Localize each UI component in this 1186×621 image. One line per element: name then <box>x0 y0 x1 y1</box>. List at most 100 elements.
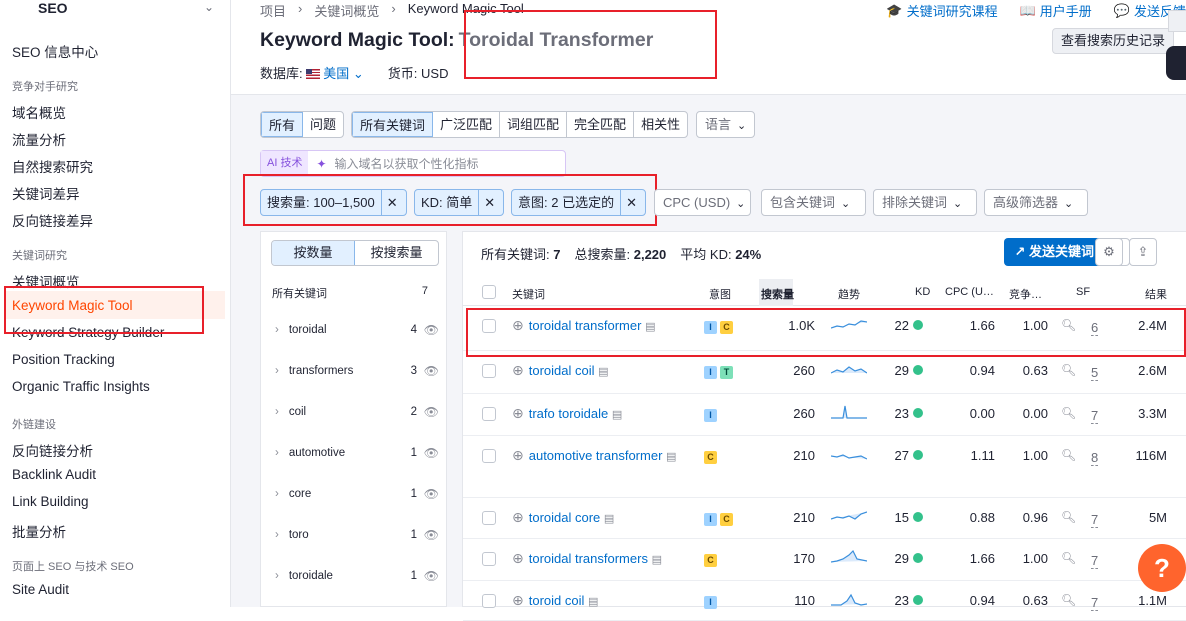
keyword-link[interactable]: trafo toroidale <box>529 406 609 421</box>
tab-related[interactable]: 相关性 <box>634 112 687 137</box>
col-sf[interactable]: SF <box>1076 286 1090 298</box>
sidebar-header[interactable]: SEO ⌄ <box>12 0 220 18</box>
sf-count[interactable]: 7 <box>1091 595 1099 611</box>
close-icon[interactable]: ✕ <box>478 190 500 215</box>
add-circle-icon[interactable]: ⊕ <box>512 549 524 570</box>
add-circle-icon[interactable]: ⊕ <box>512 508 524 529</box>
col-intent[interactable]: 意图 <box>709 286 731 302</box>
serp-icon[interactable]: 🔍︎ <box>1061 318 1076 332</box>
page-icon[interactable]: ▤ <box>645 321 655 333</box>
keyword-link[interactable]: toroidal core <box>529 510 601 525</box>
add-circle-icon[interactable]: ⊕ <box>512 591 524 612</box>
keyword-link[interactable]: toroidal coil <box>529 363 595 378</box>
eye-icon[interactable]: 👁 <box>424 361 439 381</box>
sf-count[interactable]: 8 <box>1091 450 1099 466</box>
serp-icon[interactable]: 🔍︎ <box>1061 510 1076 524</box>
group-row[interactable]: › toro 1 👁 <box>275 525 441 545</box>
serp-icon[interactable]: 🔍︎ <box>1061 448 1076 462</box>
keyword-link[interactable]: toroidal transformers <box>529 551 648 566</box>
tab-questions[interactable]: 问题 <box>303 112 343 137</box>
group-row[interactable]: › toroidale 1 👁 <box>275 566 441 586</box>
page-icon[interactable]: ▤ <box>598 366 608 378</box>
close-icon[interactable]: ✕ <box>380 190 403 215</box>
table-row[interactable]: ⊕ toroidal coil ▤ I T 260 29 0.94 0.63 🔍︎ 5 2.6M <box>463 351 1186 394</box>
help-button[interactable]: ? <box>1138 544 1186 592</box>
row-checkbox[interactable] <box>482 407 496 421</box>
sidebar-item-backlink-analytics[interactable]: 反向链接分析 <box>12 440 93 460</box>
sidebar-item-seo-dashboard[interactable]: SEO 信息中心 <box>12 41 98 61</box>
col-trend[interactable]: 趋势 <box>838 286 860 302</box>
table-row[interactable]: ⊕ toroidal transformer ▤ I C 1.0K 22 1.66 1.00 🔍… <box>463 306 1186 351</box>
sf-count[interactable]: 5 <box>1091 365 1099 381</box>
row-checkbox[interactable] <box>482 319 496 333</box>
ai-domain-input[interactable]: AI 技术 ✦ 输入域名以获取个性化指标 <box>260 150 566 177</box>
serp-icon[interactable]: 🔍︎ <box>1061 593 1076 607</box>
sf-count[interactable]: 7 <box>1091 408 1099 424</box>
sf-count[interactable]: 6 <box>1091 320 1099 336</box>
col-keyword[interactable]: 关键词 <box>512 286 545 302</box>
manual-link[interactable]: 📖 用户手册 <box>1020 1 1092 20</box>
export-button[interactable]: ⇪ <box>1129 238 1157 266</box>
row-checkbox[interactable] <box>482 594 496 608</box>
page-icon[interactable]: ▤ <box>652 554 662 566</box>
intent-filter-chip[interactable]: 意图: 2 已选定的 ✕ <box>511 189 646 216</box>
page-icon[interactable]: ▤ <box>666 451 676 463</box>
volume-filter-chip[interactable]: 搜索量: 100–1,500 ✕ <box>260 189 407 216</box>
cpc-dropdown[interactable]: CPC (USD) ⌄ <box>654 189 751 216</box>
eye-icon[interactable]: 👁 <box>424 484 439 504</box>
sidebar-item-link-building[interactable]: Link Building <box>12 494 89 509</box>
row-checkbox[interactable] <box>482 449 496 463</box>
select-all-checkbox[interactable] <box>482 285 496 299</box>
add-circle-icon[interactable]: ⊕ <box>512 316 524 337</box>
settings-button[interactable]: ⚙ <box>1095 238 1123 266</box>
sidebar-item-traffic[interactable]: 流量分析 <box>12 129 66 149</box>
breadcrumb-projects[interactable]: 项目 <box>260 1 286 20</box>
eye-icon[interactable]: 👁 <box>424 402 439 422</box>
serp-icon[interactable]: 🔍︎ <box>1061 406 1076 420</box>
exclude-keywords-dropdown[interactable]: 排除关键词 ⌄ <box>873 189 977 216</box>
table-row[interactable]: ⊕ automotive transformer ▤ C 210 27 1.11 1.00 🔍… <box>463 436 1186 498</box>
keyword-link[interactable]: automotive transformer <box>529 448 663 463</box>
tab-all-keywords[interactable]: 所有关键词 <box>352 112 434 137</box>
keyword-link[interactable]: toroid coil <box>529 593 585 608</box>
tab-all[interactable]: 所有 <box>261 112 304 137</box>
col-competition[interactable]: 竞争… <box>1009 286 1042 302</box>
keyword-link[interactable]: toroidal transformer <box>529 318 642 333</box>
col-kd[interactable]: KD <box>915 286 930 298</box>
side-widget-button[interactable] <box>1166 46 1186 80</box>
group-row[interactable]: › automotive 1 👁 <box>275 443 441 463</box>
col-volume[interactable]: 搜索量 <box>761 286 794 302</box>
page-icon[interactable]: ▤ <box>612 409 622 421</box>
kd-filter-chip[interactable]: KD: 简单 ✕ <box>414 189 504 216</box>
search-history-button[interactable]: 查看搜索历史记录 <box>1051 28 1174 54</box>
sidebar-item-domain-overview[interactable]: 域名概览 <box>12 102 66 122</box>
group-row[interactable]: › coil 2 👁 <box>275 402 441 422</box>
row-checkbox[interactable] <box>482 552 496 566</box>
table-row[interactable]: ⊕ toroidal core ▤ I C 210 15 0.88 0.96 🔍︎ 7 5M <box>463 498 1186 539</box>
advanced-filters-dropdown[interactable]: 高级筛选器 ⌄ <box>984 189 1088 216</box>
row-checkbox[interactable] <box>482 364 496 378</box>
tab-broad-match[interactable]: 广泛匹配 <box>433 112 501 137</box>
tab-by-volume[interactable]: 按搜索量 <box>355 241 438 265</box>
sidebar-item-backlink-audit[interactable]: Backlink Audit <box>12 467 96 482</box>
sidebar-item-site-audit[interactable]: Site Audit <box>12 582 69 597</box>
eye-icon[interactable]: 👁 <box>424 443 439 463</box>
database-select[interactable]: 美国 ⌄ <box>306 66 364 81</box>
group-row[interactable]: › transformers 3 👁 <box>275 361 441 381</box>
sidebar-item-backlink-gap[interactable]: 反向链接差异 <box>12 210 93 230</box>
sf-count[interactable]: 7 <box>1091 553 1099 569</box>
eye-icon[interactable]: 👁 <box>424 320 439 340</box>
extension-icon[interactable] <box>1168 10 1186 32</box>
page-icon[interactable]: ▤ <box>604 513 614 525</box>
sidebar-item-keyword-magic-tool[interactable]: Keyword Magic Tool <box>12 298 133 313</box>
language-dropdown[interactable]: 语言 ⌄ <box>696 111 756 138</box>
sf-count[interactable]: 7 <box>1091 512 1099 528</box>
sidebar-item-keyword-gap[interactable]: 关键词差异 <box>12 183 80 203</box>
eye-icon[interactable]: 👁 <box>424 566 439 586</box>
group-row[interactable]: › toroidal 4 👁 <box>275 320 441 340</box>
serp-icon[interactable]: 🔍︎ <box>1061 551 1076 565</box>
add-circle-icon[interactable]: ⊕ <box>512 404 524 425</box>
sidebar-item-keyword-overview[interactable]: 关键词概览 <box>12 271 80 291</box>
sidebar-item-position-tracking[interactable]: Position Tracking <box>12 352 115 367</box>
table-row[interactable]: ⊕ toroidal transformers ▤ C 170 29 1.66 1.00 🔍︎… <box>463 539 1186 581</box>
